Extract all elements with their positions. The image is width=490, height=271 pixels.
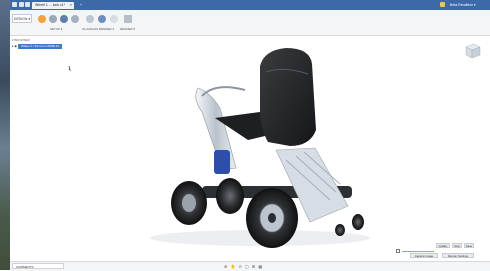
in-canvas-render-group-label[interactable]: IN-CANVAS RENDER ▾ <box>82 27 114 31</box>
comments-panel[interactable]: COMMENTS <box>12 263 64 269</box>
mouse-cursor-icon <box>68 65 71 72</box>
appearance-icon[interactable] <box>49 15 57 23</box>
render-group-label[interactable]: RENDER ▾ <box>120 27 135 31</box>
file-icon[interactable] <box>19 2 24 7</box>
decal-icon[interactable] <box>71 15 79 23</box>
new-tab-icon[interactable]: + <box>80 1 82 9</box>
app-menu-icon[interactable] <box>12 2 17 7</box>
quality-button[interactable]: Quality <box>436 243 450 248</box>
title-bar: Wheel 1 ... lock v1* × + Beta Rendition … <box>10 0 490 10</box>
capture-image-icon[interactable] <box>110 15 118 23</box>
render-viewport[interactable] <box>10 36 490 261</box>
document-tab-label: Wheel 1 ... lock v1* <box>35 3 65 7</box>
render-settings-button[interactable]: Render Settings <box>442 253 474 258</box>
render-settings-icon[interactable] <box>98 15 106 23</box>
fusion-app-window: Wheel 1 ... lock v1* × + Beta Rendition … <box>10 0 490 271</box>
save-icon[interactable] <box>25 2 30 7</box>
document-tab[interactable]: Wheel 1 ... lock v1* × <box>32 2 74 9</box>
desktop-background-strip <box>0 0 10 270</box>
progress-handle[interactable] <box>396 249 400 253</box>
texture-map-icon[interactable] <box>60 15 68 23</box>
render-progress-bar <box>402 251 434 252</box>
wheelchair-model <box>171 48 364 248</box>
save-button[interactable]: Save <box>464 243 474 248</box>
notification-icon[interactable] <box>440 2 445 7</box>
navigation-toolbar[interactable]: ⊕ ✋ ⊙ ▢ ⊞ ▦ <box>224 264 263 269</box>
account-menu[interactable]: Beta Rendition ▾ <box>450 1 476 9</box>
in-canvas-render-icon[interactable] <box>86 15 94 23</box>
render-icon[interactable] <box>124 15 132 23</box>
capture-image-button[interactable]: Capture Image <box>410 253 438 258</box>
workspace-switcher-button[interactable]: DESIGN ▾ <box>12 14 32 23</box>
setup-group-label[interactable]: SETUP ▾ <box>50 27 62 31</box>
stop-button[interactable]: Stop <box>452 243 462 248</box>
ribbon-toolbar: DESIGN ▾ SETUP ▾ IN-CANVAS RENDER ▾ REND… <box>10 10 490 36</box>
scene-settings-icon[interactable] <box>38 15 46 23</box>
close-tab-icon[interactable]: × <box>70 2 72 9</box>
